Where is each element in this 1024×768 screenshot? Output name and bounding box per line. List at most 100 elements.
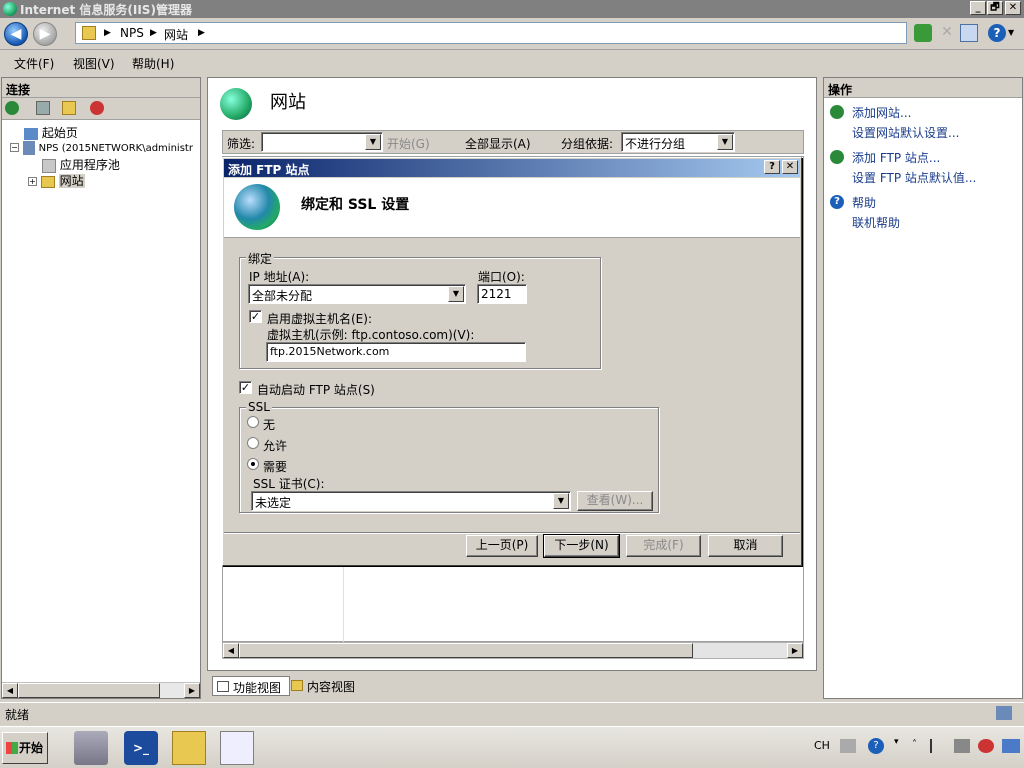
globe-icon (234, 184, 280, 230)
page-title: 网站 (270, 92, 306, 113)
help-icon[interactable]: ? (988, 24, 1006, 42)
chevron-down-icon[interactable]: ▼ (365, 134, 381, 150)
connections-horizontal-scrollbar[interactable]: ◀ ▶ (2, 682, 200, 698)
help-tray-icon[interactable]: ? (868, 738, 884, 754)
chevron-down-icon[interactable]: ▼ (553, 493, 569, 509)
site-defaults-link[interactable]: 设置网站默认设置... (852, 124, 959, 141)
column-divider (343, 567, 344, 643)
connect-icon[interactable] (5, 101, 19, 115)
back-button[interactable]: ◀ (4, 22, 28, 46)
scroll-left-icon[interactable]: ◀ (2, 683, 18, 698)
features-view-icon (217, 681, 229, 692)
ftp-defaults-link[interactable]: 设置 FTP 站点默认值... (852, 169, 976, 186)
start-filter-button[interactable]: 开始(G) (387, 135, 430, 152)
ip-address-value: 全部未分配 (252, 289, 313, 303)
prev-button[interactable]: 上一页(P) (466, 535, 538, 557)
ssl-group-label: SSL (246, 400, 272, 414)
chevron-down-icon[interactable]: ▼ (717, 134, 733, 150)
language-indicator[interactable]: CH (814, 739, 830, 752)
dialog-close-button[interactable]: ✕ (782, 160, 798, 174)
home-icon[interactable] (960, 24, 978, 42)
next-button[interactable]: 下一步(N) (543, 534, 620, 558)
chevron-right-icon: ▶ (150, 28, 157, 38)
ssl-none-radio[interactable] (247, 416, 259, 428)
virtual-host-label: 虚拟主机(示例: ftp.contoso.com)(V): (267, 328, 475, 342)
tree-item-server[interactable]: − NPS (2015NETWORK\administr (10, 140, 200, 155)
explorer-icon[interactable] (172, 731, 206, 765)
breadcrumb-sites[interactable]: 网站 (164, 26, 188, 43)
iis-manager-task-icon[interactable] (220, 731, 254, 765)
iis-app-icon (3, 2, 17, 16)
tab-content-view[interactable]: 内容视图 (289, 676, 367, 696)
binding-group-label: 绑定 (246, 250, 275, 267)
scroll-thumb[interactable] (239, 643, 693, 658)
refresh-icon[interactable] (914, 24, 932, 42)
tab-features-view[interactable]: 功能视图 (212, 676, 290, 696)
ip-address-label: IP 地址(A): (249, 270, 310, 284)
tree-item-start[interactable]: 起始页 (10, 124, 200, 141)
ssl-cert-select[interactable]: 未选定 ▼ (251, 491, 571, 511)
filter-input[interactable]: ▼ (261, 132, 383, 152)
add-ftp-site-link[interactable]: 添加 FTP 站点... (852, 149, 940, 166)
server-manager-icon[interactable] (74, 731, 108, 765)
ip-address-select[interactable]: 全部未分配 ▼ (248, 284, 466, 304)
port-input[interactable]: 2121 (477, 284, 527, 304)
ssl-require-radio[interactable] (247, 458, 259, 470)
tree-item-sites[interactable]: + 网站 (28, 172, 200, 189)
maximize-button[interactable]: 🗗 (987, 1, 1003, 15)
add-site-link[interactable]: 添加网站... (852, 104, 911, 121)
server-status-icon (996, 706, 1012, 720)
ssl-require-label: 需要 (263, 460, 288, 474)
scroll-thumb[interactable] (18, 683, 160, 698)
stop-icon[interactable]: ✕ (938, 24, 956, 42)
help-link[interactable]: 帮助 (852, 194, 876, 211)
ssl-group: SSL 无 允许 需要 SSL 证书(C): 未选定 ▼ 查看(W)... (239, 400, 659, 513)
enable-virtual-host-label: 启用虚拟主机名(E): (267, 312, 372, 326)
minimize-button[interactable]: _ (970, 1, 986, 15)
view-cert-button[interactable]: 查看(W)... (577, 491, 653, 511)
tree-label: 网站 (58, 174, 85, 188)
tree-item-app-pools[interactable]: 应用程序池 (42, 156, 200, 173)
scroll-right-icon[interactable]: ▶ (787, 643, 803, 658)
virtual-host-input[interactable]: ftp.2015Network.com (266, 342, 526, 362)
menu-view[interactable]: 视图(V) (73, 55, 115, 72)
folder-icon (82, 26, 96, 40)
save-icon[interactable] (36, 101, 50, 115)
show-all-button[interactable]: 全部显示(A) (465, 135, 531, 152)
enable-virtual-host-checkbox[interactable]: ✓ (249, 310, 262, 323)
breadcrumb-nps[interactable]: NPS (120, 26, 144, 40)
expand-icon[interactable]: + (28, 177, 37, 186)
group-by-select[interactable]: 不进行分组 ▼ (621, 132, 735, 152)
network-icon[interactable] (954, 739, 970, 753)
menu-file[interactable]: 文件(F) (14, 55, 54, 72)
sites-folder-icon (40, 175, 55, 188)
help-dropdown-icon[interactable]: ▼ (1008, 24, 1024, 42)
group-by-label: 分组依据: (561, 137, 614, 151)
window-title: Internet 信息服务(IIS)管理器 (20, 3, 192, 17)
show-hidden-icons-icon[interactable]: ˄ (912, 739, 917, 750)
volume-muted-icon[interactable] (978, 739, 994, 753)
up-folder-icon[interactable] (62, 101, 76, 115)
options-icon[interactable]: ▾ (894, 737, 899, 747)
online-help-link[interactable]: 联机帮助 (852, 214, 900, 231)
scroll-left-icon[interactable]: ◀ (223, 643, 239, 658)
menu-help[interactable]: 帮助(H) (132, 55, 174, 72)
address-box[interactable]: ▶ NPS ▶ 网站 ▶ (75, 22, 907, 44)
finish-button[interactable]: 完成(F) (626, 535, 701, 557)
ssl-allow-radio[interactable] (247, 437, 259, 449)
disconnect-icon[interactable] (90, 101, 104, 115)
flag-icon[interactable] (930, 739, 944, 753)
sites-horizontal-scrollbar[interactable]: ◀ ▶ (222, 642, 804, 659)
dialog-help-button[interactable]: ? (764, 160, 780, 174)
collapse-icon[interactable]: − (10, 143, 19, 152)
show-desktop-icon[interactable] (1002, 739, 1020, 753)
keyboard-icon[interactable] (840, 739, 856, 753)
forward-button[interactable]: ▶ (33, 22, 57, 46)
chevron-down-icon[interactable]: ▼ (448, 286, 464, 302)
scroll-right-icon[interactable]: ▶ (184, 683, 200, 698)
powershell-icon[interactable]: >_ (124, 731, 158, 765)
cancel-button[interactable]: 取消 (708, 535, 783, 557)
start-button[interactable]: 开始 (2, 732, 48, 764)
auto-start-checkbox[interactable]: ✓ (239, 381, 252, 394)
close-button[interactable]: ✕ (1005, 1, 1021, 15)
